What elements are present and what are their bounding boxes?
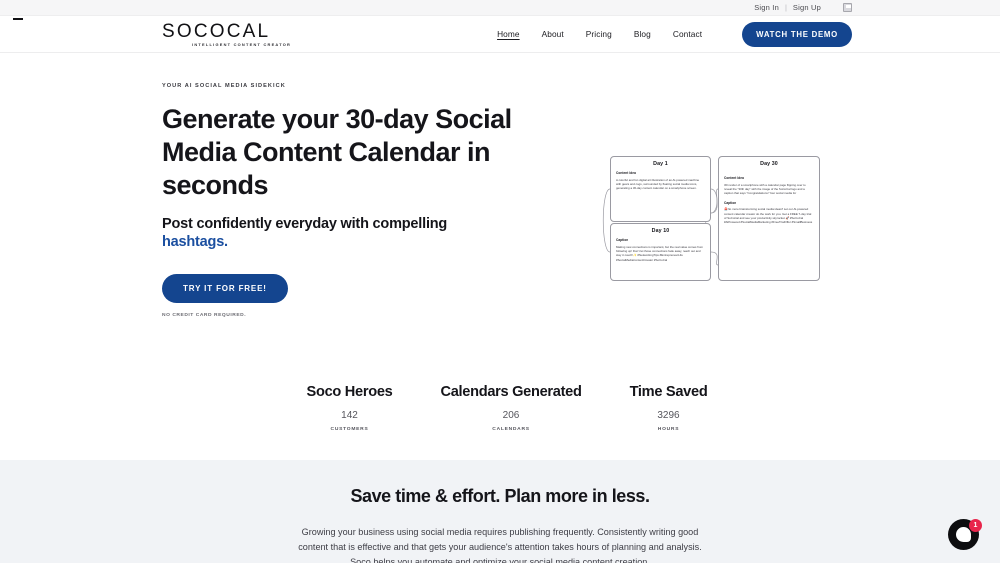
hero-headline: Generate your 30-day Social Media Conten… (162, 104, 512, 200)
hero-eyebrow: YOUR AI SOCIAL MEDIA SIDEKICK (162, 83, 286, 89)
sign-up-link[interactable]: Sign Up (793, 3, 821, 12)
calendar-card-day-30[interactable]: Day 30 Content Idea 3D render of a smart… (718, 156, 820, 281)
logo-macron-icon (13, 18, 23, 20)
stat-soco-heroes: Soco Heroes 142 CUSTOMERS (307, 384, 393, 432)
calendar-mockup: Day 1 Content Idea A colorful and fun di… (602, 153, 825, 285)
stat-title: Time Saved (629, 383, 708, 400)
section-copy: Growing your business using social media… (290, 525, 710, 563)
card-section-body: 3D render of a smartphone with a calenda… (724, 182, 806, 196)
stats-section: Soco Heroes 142 CUSTOMERS Calendars Gene… (0, 384, 1000, 432)
nav-item-blog[interactable]: Blog (634, 29, 651, 39)
no-credit-card-note-hero: NO CREDIT CARD REQUIRED. (162, 312, 247, 318)
nav-item-contact[interactable]: Contact (673, 29, 702, 39)
try-it-free-button-hero[interactable]: TRY IT FOR FREE! (162, 273, 288, 303)
stat-unit: HOURS (657, 426, 680, 432)
nav-item-about[interactable]: About (542, 29, 564, 39)
logo-wordmark: SOCOCAL (162, 20, 271, 42)
card-section-label: Caption (616, 238, 629, 242)
calendar-card-day-1[interactable]: Day 1 Content Idea A colorful and fun di… (610, 156, 711, 222)
card-section-label: Content Idea (616, 171, 636, 175)
stat-calendars-generated: Calendars Generated 206 CALENDARS (440, 384, 581, 432)
site-header: SOCOCAL INTELLIGENT CONTENT CREATOR Home… (0, 16, 1000, 53)
card-section-body: A colorful and fun digital art illustrat… (616, 177, 700, 191)
chat-widget[interactable]: 1 (948, 519, 982, 553)
watch-demo-button-header[interactable]: WATCH THE DEMO (742, 21, 852, 47)
chat-bubble-inner (956, 527, 971, 542)
section-paragraph: Growing your business using social media… (298, 526, 702, 553)
nav-item-home[interactable]: Home (497, 29, 520, 39)
logo[interactable]: SOCOCAL INTELLIGENT CONTENT CREATOR (13, 18, 292, 47)
card-section-label: Content Idea (724, 176, 744, 180)
hero-copy: YOUR AI SOCIAL MEDIA SIDEKICK Generate y… (162, 83, 602, 318)
topbar-divider: | (784, 3, 787, 12)
top-utility-bar: Sign In | Sign Up (0, 0, 1000, 16)
logo-tagline: INTELLIGENT CONTENT CREATOR (192, 41, 292, 47)
hero-section: YOUR AI SOCIAL MEDIA SIDEKICK Generate y… (0, 53, 1000, 318)
sign-in-link[interactable]: Sign In (754, 3, 779, 12)
stat-title: Calendars Generated (440, 383, 582, 400)
section-paragraph: Soco helps you automate and optimize you… (350, 557, 650, 563)
section-title: Save time & effort. Plan more in less. (350, 485, 650, 506)
stat-value: 142 (341, 409, 358, 421)
card-title: Day 1 (653, 161, 668, 167)
value-proposition-section: Save time & effort. Plan more in less. G… (0, 459, 1000, 563)
hero-subheadline: Post confidently everyday with compellin… (162, 215, 602, 252)
card-section-body: 🚨No more brainstorming social media idea… (724, 207, 813, 225)
card-title: Day 30 (760, 161, 778, 167)
chat-unread-badge: 1 (969, 519, 982, 532)
stat-unit: CALENDARS (492, 426, 530, 432)
save-icon[interactable] (843, 3, 852, 12)
card-section-label: Caption (724, 200, 737, 205)
landing-page: Sign In | Sign Up SOCOCAL INTELLIGENT CO… (0, 0, 1000, 563)
stat-unit: CUSTOMERS (330, 426, 369, 432)
stat-value: 206 (502, 409, 520, 421)
main-navigation: Home About Pricing Blog Contact WATCH TH… (497, 21, 852, 47)
card-section-body: Making new connections is important, but… (616, 244, 704, 262)
calendar-card-day-10[interactable]: Day 10 Caption Making new connections is… (610, 223, 711, 281)
card-title: Day 10 (651, 228, 670, 234)
stat-value: 3296 (657, 409, 680, 421)
hero-subheadline-highlight: hashtags. (162, 234, 228, 251)
hero-subheadline-line1: Post confidently everyday with compellin… (162, 215, 448, 232)
stat-title: Soco Heroes (306, 383, 393, 400)
stat-time-saved: Time Saved 3296 HOURS (630, 384, 708, 432)
nav-item-pricing[interactable]: Pricing (586, 29, 612, 39)
